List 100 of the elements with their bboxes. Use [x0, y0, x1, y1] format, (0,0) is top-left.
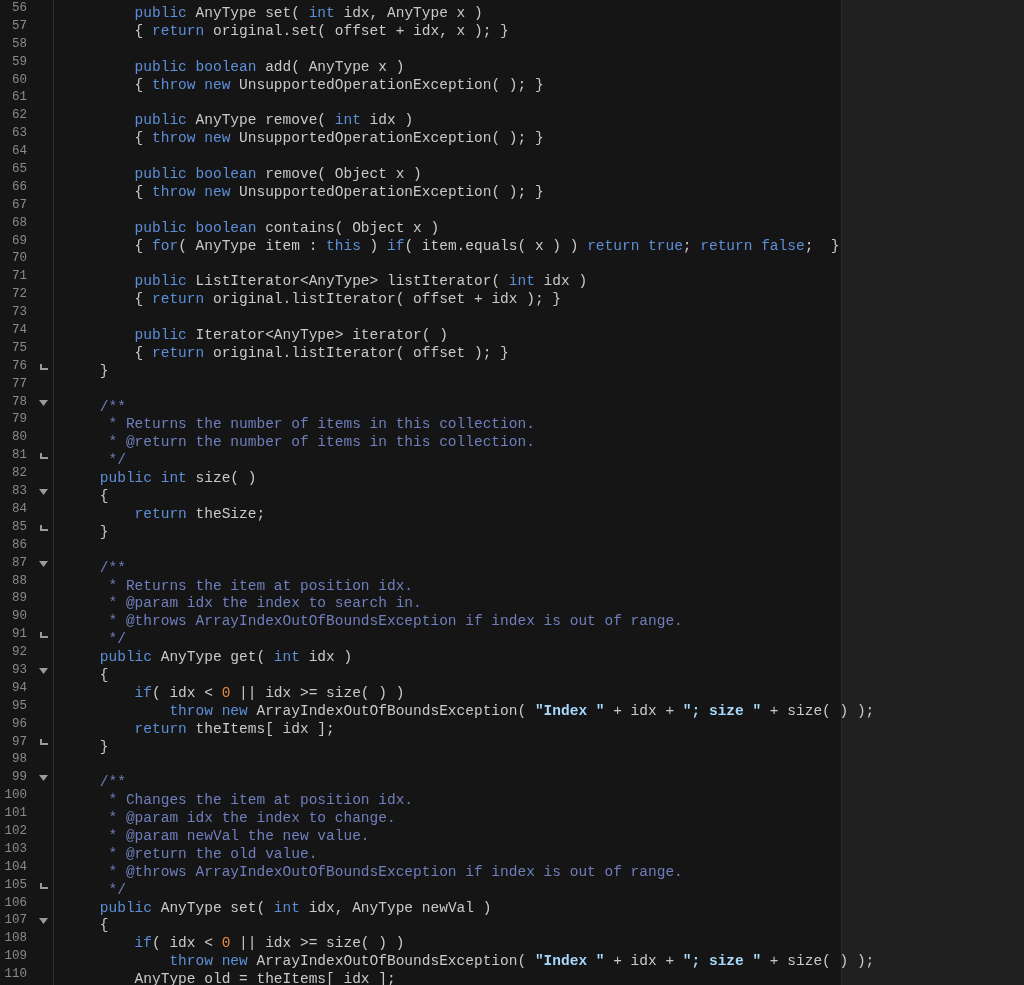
line-number: 60 — [11, 71, 27, 89]
code-line: { return original.listIterator( offset + idx ); } — [133, 291, 561, 310]
line-number: 66 — [11, 178, 27, 196]
line-number: 78 — [11, 393, 27, 411]
code-line: { — [98, 488, 109, 506]
line-number: 102 — [3, 822, 27, 840]
line-number: 69 — [11, 232, 27, 250]
code-line: public ListIterator<AnyType> listIterator( int idx ) — [133, 273, 588, 292]
line-number: 104 — [3, 858, 27, 876]
line-number: 96 — [11, 715, 27, 733]
code-line: public AnyType set( int idx, AnyType x ) — [133, 5, 483, 23]
fold-triangle-icon[interactable] — [39, 775, 48, 782]
code-line: { throw new UnsupportedOperationException( ); } — [133, 183, 544, 202]
fold-end-icon[interactable] — [39, 882, 48, 889]
code-line: public AnyType set( int idx, AnyType newVal ) — [98, 899, 492, 918]
code-line: if( idx < 0 || idx >= size( ) ) — [133, 684, 405, 703]
line-number: 70 — [11, 250, 27, 268]
line-number: 89 — [11, 590, 27, 608]
line-number: 103 — [3, 840, 27, 858]
code-line: */ — [107, 452, 126, 471]
code-line: } — [98, 523, 109, 542]
code-line: return theItems[ idx ]; — [133, 720, 335, 739]
code-line: { throw new UnsupportedOperationException( ); } — [133, 130, 544, 149]
code-line: * @throws ArrayIndexOutOfBoundsException if index is out of range. — [107, 613, 683, 632]
line-number: 82 — [11, 465, 27, 483]
code-line: * @return the number of items in this collection. — [107, 434, 535, 453]
fold-end-icon[interactable] — [39, 453, 48, 460]
fold-end-icon[interactable] — [39, 524, 48, 531]
line-number: 76 — [11, 357, 27, 375]
line-number: 86 — [11, 536, 27, 554]
code-line: throw new ArrayIndexOutOfBoundsException( "Index " + idx + "; size " + size( ) ); — [168, 953, 875, 972]
line-number: 61 — [11, 89, 27, 107]
fold-end-icon[interactable] — [39, 632, 48, 639]
line-number: 56 — [11, 0, 27, 17]
code-line: * @param idx the index to search in. — [107, 595, 422, 614]
line-number: 79 — [11, 411, 27, 429]
code-line: * Changes the item at position idx. — [107, 792, 414, 811]
line-number: 109 — [3, 948, 27, 966]
fold-end-icon[interactable] — [39, 739, 48, 746]
line-number: 98 — [11, 751, 27, 769]
line-number: 67 — [11, 196, 27, 214]
code-line: public boolean contains( Object x ) — [133, 219, 440, 238]
code-line: { — [98, 917, 109, 936]
fold-end-icon[interactable] — [39, 363, 48, 370]
line-number: 57 — [11, 17, 27, 35]
line-number: 77 — [11, 375, 27, 393]
code-line: { return original.listIterator( offset ); } — [133, 344, 509, 363]
line-number: 72 — [11, 286, 27, 304]
code-line: public boolean add( AnyType x ) — [133, 58, 405, 77]
line-number: 91 — [11, 626, 27, 644]
fold-triangle-icon[interactable] — [39, 918, 48, 925]
code-line: /** — [98, 398, 126, 417]
code-line: * @param newVal the new value. — [107, 827, 370, 846]
fold-triangle-icon[interactable] — [39, 560, 48, 567]
line-number: 95 — [11, 697, 27, 715]
line-number: 105 — [3, 876, 27, 894]
code-line: { throw new UnsupportedOperationException( ); } — [133, 76, 544, 95]
line-number: 93 — [11, 661, 27, 679]
line-number: 84 — [11, 500, 27, 518]
code-line: if( idx < 0 || idx >= size( ) ) — [133, 935, 405, 954]
line-number: 64 — [11, 143, 27, 161]
line-number: 83 — [11, 483, 27, 501]
line-number: 58 — [11, 35, 27, 53]
line-number: 107 — [3, 912, 27, 930]
code-line: { return original.set( offset + idx, x ); } — [133, 22, 509, 41]
code-line: public Iterator<AnyType> iterator( ) — [133, 327, 448, 345]
line-number: 81 — [11, 447, 27, 465]
line-number: 63 — [11, 125, 27, 143]
line-number: 65 — [11, 161, 27, 178]
code-line: * @param idx the index to change. — [107, 810, 396, 828]
line-number: 99 — [11, 769, 27, 787]
line-number: 75 — [11, 339, 27, 357]
line-number: 110 — [3, 966, 27, 984]
code-line: { — [98, 666, 109, 685]
code-line: * Returns the item at position idx. — [107, 577, 414, 596]
code-line: public int size( ) — [98, 470, 257, 489]
line-number: 80 — [11, 429, 27, 447]
code-line: * @return the old value. — [107, 845, 318, 864]
line-number: 59 — [11, 53, 27, 71]
line-number: 97 — [11, 733, 27, 751]
code-line: * Returns the number of items in this collection. — [107, 416, 535, 435]
line-number: 100 — [3, 787, 27, 805]
line-number: 92 — [11, 644, 27, 662]
line-number: 88 — [11, 572, 27, 590]
line-number: 68 — [11, 214, 27, 232]
code-line: */ — [107, 631, 126, 650]
line-number: 87 — [11, 554, 27, 572]
fold-triangle-icon[interactable] — [39, 667, 48, 674]
code-line: /** — [98, 774, 126, 793]
code-line: throw new ArrayIndexOutOfBoundsException( "Index " + idx + "; size " + size( ) ); — [168, 702, 875, 721]
line-number: 71 — [11, 268, 27, 286]
fold-triangle-icon[interactable] — [39, 489, 48, 495]
line-number: 90 — [11, 608, 27, 626]
fold-triangle-icon[interactable] — [39, 399, 48, 406]
code-line: public AnyType remove( int idx ) — [133, 112, 414, 131]
code-line: { for( AnyType item : this ) if( item.equals( x ) ) return true; return false; } — [133, 237, 840, 256]
line-number: 85 — [11, 518, 27, 536]
line-number: 94 — [11, 679, 27, 697]
code-line: return theSize; — [133, 505, 266, 524]
line-number: 74 — [11, 322, 27, 340]
